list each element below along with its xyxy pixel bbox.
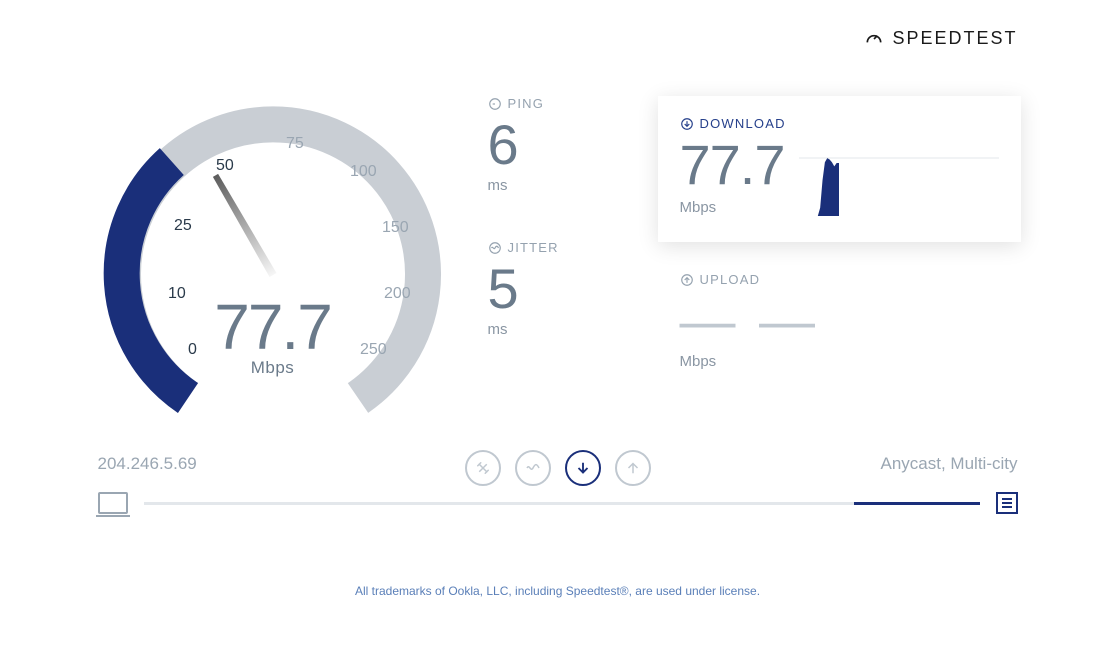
jitter-unit: ms — [488, 321, 628, 338]
progress-row — [98, 492, 1018, 514]
server-icon — [996, 492, 1018, 514]
progress-bar — [144, 502, 980, 505]
jitter-value: 5 — [488, 261, 628, 317]
jitter-icon — [488, 241, 502, 255]
speed-gauge: 0 10 25 50 75 100 150 200 250 77.7 Mbps — [98, 90, 448, 420]
download-icon — [680, 117, 694, 131]
brand-text: SPEEDTEST — [892, 28, 1017, 49]
phase-upload — [615, 450, 651, 486]
upload-icon — [680, 273, 694, 287]
svg-text:150: 150 — [382, 219, 409, 236]
phase-jitter — [515, 450, 551, 486]
upload-stat: UPLOAD — — Mbps — [658, 272, 1021, 370]
client-device-icon — [98, 492, 128, 514]
phase-ping — [465, 450, 501, 486]
gauge-value: 77.7 — [98, 290, 448, 364]
gauge-unit: Mbps — [98, 358, 448, 378]
download-sparkline — [799, 146, 999, 216]
server-name: Anycast, Multi-city — [881, 454, 1018, 474]
svg-text:25: 25 — [174, 217, 192, 234]
download-card: DOWNLOAD 77.7 Mbps — [658, 96, 1021, 242]
upload-unit: Mbps — [680, 353, 1021, 370]
download-unit: Mbps — [680, 199, 785, 216]
ping-unit: ms — [488, 177, 628, 194]
upload-value: — — — [680, 293, 1021, 349]
svg-text:75: 75 — [286, 135, 304, 152]
ping-icon — [488, 97, 502, 111]
phase-download — [565, 450, 601, 486]
download-value: 77.7 — [680, 137, 785, 193]
jitter-stat: JITTER 5 ms — [488, 240, 628, 338]
gauge-icon — [864, 29, 884, 49]
brand-logo: SPEEDTEST — [864, 28, 1017, 49]
client-ip: 204.246.5.69 — [98, 454, 197, 474]
svg-text:100: 100 — [350, 163, 377, 180]
ping-value: 6 — [488, 117, 628, 173]
progress-fill — [854, 502, 979, 505]
trademark-notice: All trademarks of Ookla, LLC, including … — [98, 584, 1018, 598]
svg-text:50: 50 — [216, 157, 234, 174]
ping-stat: PING 6 ms — [488, 96, 628, 194]
